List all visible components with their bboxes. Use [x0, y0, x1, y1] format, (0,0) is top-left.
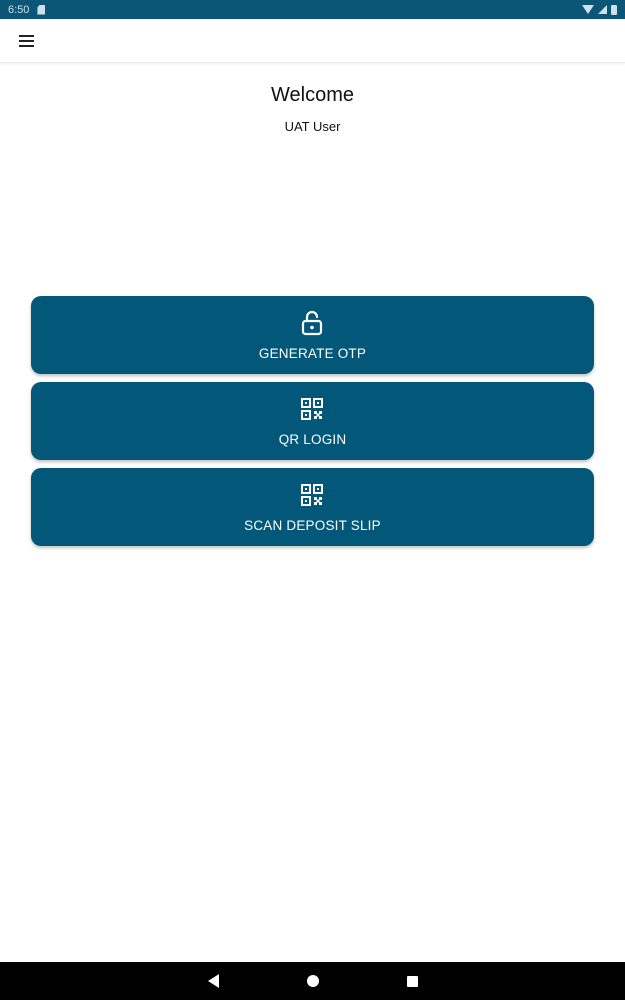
scan-deposit-slip-button[interactable]: SCAN DEPOSIT SLIP: [31, 468, 594, 546]
hamburger-menu-icon[interactable]: [12, 27, 40, 55]
recents-icon[interactable]: [406, 975, 418, 987]
qr-login-button[interactable]: QR LOGIN: [31, 382, 594, 460]
generate-otp-label: GENERATE OTP: [258, 346, 367, 361]
menu-line: [18, 35, 34, 37]
signal-icon: [598, 5, 607, 14]
home-icon[interactable]: [306, 975, 319, 987]
status-time: 6:50: [8, 3, 30, 16]
status-right: [582, 4, 617, 15]
status-left: 6:50: [8, 3, 46, 16]
user-name: UAT User: [284, 119, 341, 134]
sd-card-icon: [37, 4, 46, 15]
unlock-icon: [301, 310, 323, 336]
menu-line: [18, 45, 34, 47]
wifi-icon: [582, 5, 594, 14]
battery-icon: [611, 4, 617, 15]
qr-login-label: QR LOGIN: [278, 432, 347, 447]
status-bar: 6:50: [0, 0, 625, 19]
back-icon[interactable]: [207, 974, 219, 988]
generate-otp-button[interactable]: GENERATE OTP: [31, 296, 594, 374]
scan-deposit-slip-label: SCAN DEPOSIT SLIP: [244, 518, 381, 533]
app-bar: [0, 19, 625, 63]
system-nav-bar: [0, 962, 625, 1000]
menu-line: [18, 40, 34, 42]
welcome-title: Welcome: [271, 84, 354, 106]
qr-code-icon: [301, 398, 323, 420]
qr-code-icon: [301, 484, 323, 506]
